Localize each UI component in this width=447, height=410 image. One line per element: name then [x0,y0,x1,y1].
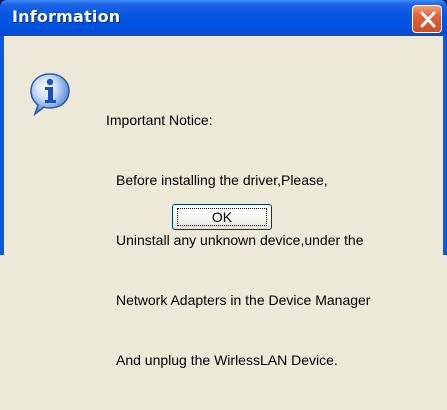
message-line: Uninstall any unknown device,under the [116,232,364,248]
close-button[interactable] [412,5,442,33]
ok-button[interactable]: OK [172,204,272,230]
window-title: Information [12,7,121,26]
dialog-message: Important Notice: Before installing the … [106,70,370,410]
message-heading: Important Notice: [106,112,213,128]
ok-button-label: OK [211,209,233,225]
message-line: And unplug the WirlessLAN Device. [116,352,338,368]
info-icon [30,73,70,117]
close-x-icon [420,11,436,28]
window-border-right [443,36,447,255]
message-line: Before installing the driver,Please, [116,172,328,188]
message-line: Network Adapters in the Device Manager [116,292,371,308]
dialog-window: Information Important Notice: Before ins… [0,0,447,368]
title-bar[interactable]: Information [0,0,447,36]
